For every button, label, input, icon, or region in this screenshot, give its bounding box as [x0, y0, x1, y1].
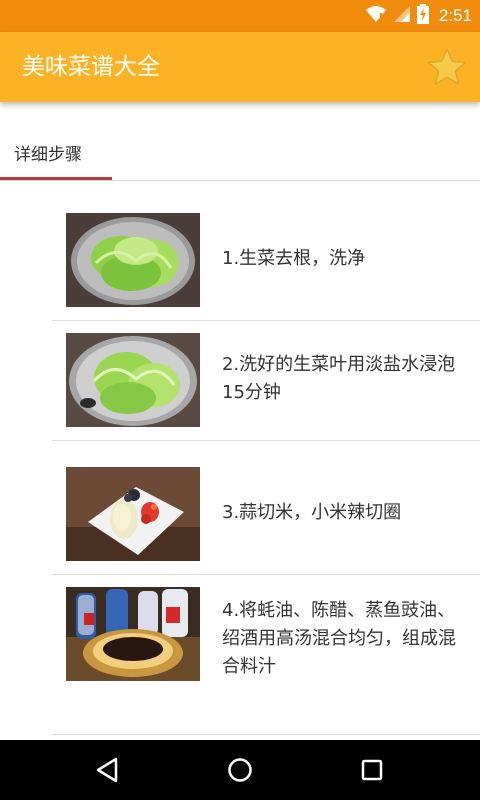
wifi-icon	[365, 5, 387, 27]
divider	[52, 734, 480, 735]
star-icon	[427, 48, 467, 85]
favorite-star-button[interactable]	[426, 46, 468, 88]
status-time: 2:51	[438, 6, 472, 25]
recents-button[interactable]	[356, 754, 388, 786]
list-item[interactable]: 4.将蚝油、陈醋、蒸鱼豉油、绍酒用高汤混合均匀，组成混合料汁	[52, 575, 480, 735]
home-circle-icon	[228, 758, 252, 782]
signal-icon	[393, 5, 411, 27]
status-bar: 2:51	[0, 0, 480, 32]
tab-divider	[0, 180, 480, 181]
list-item[interactable]: 3.蒜切米，小米辣切圈	[52, 455, 480, 575]
navigation-bar	[0, 740, 480, 800]
home-button[interactable]	[224, 754, 256, 786]
divider	[52, 440, 480, 441]
recents-square-icon	[361, 759, 383, 781]
step-text: 1.生菜去根，洗净	[222, 248, 366, 269]
step-image	[66, 587, 200, 681]
step-image	[66, 467, 200, 561]
step-image	[66, 333, 200, 427]
back-button[interactable]	[92, 754, 124, 786]
battery-charging-icon	[416, 4, 429, 28]
step-image	[66, 213, 200, 307]
back-triangle-icon	[96, 757, 118, 783]
step-text: 3.蒜切米，小米辣切圈	[222, 502, 402, 523]
app-title: 美味菜谱大全	[22, 54, 160, 80]
list-item[interactable]: 2.洗好的生菜叶用淡盐水浸泡15分钟	[52, 321, 480, 441]
tab-detailed-steps[interactable]: 详细步骤	[14, 140, 82, 165]
step-text: 4.将蚝油、陈醋、蒸鱼豉油、绍酒用高汤混合均匀，组成混合料汁	[222, 600, 456, 677]
list-item[interactable]: 1.生菜去根，洗净	[52, 201, 480, 321]
step-text: 2.洗好的生菜叶用淡盐水浸泡15分钟	[222, 354, 456, 403]
app-bar: 美味菜谱大全	[0, 32, 480, 102]
